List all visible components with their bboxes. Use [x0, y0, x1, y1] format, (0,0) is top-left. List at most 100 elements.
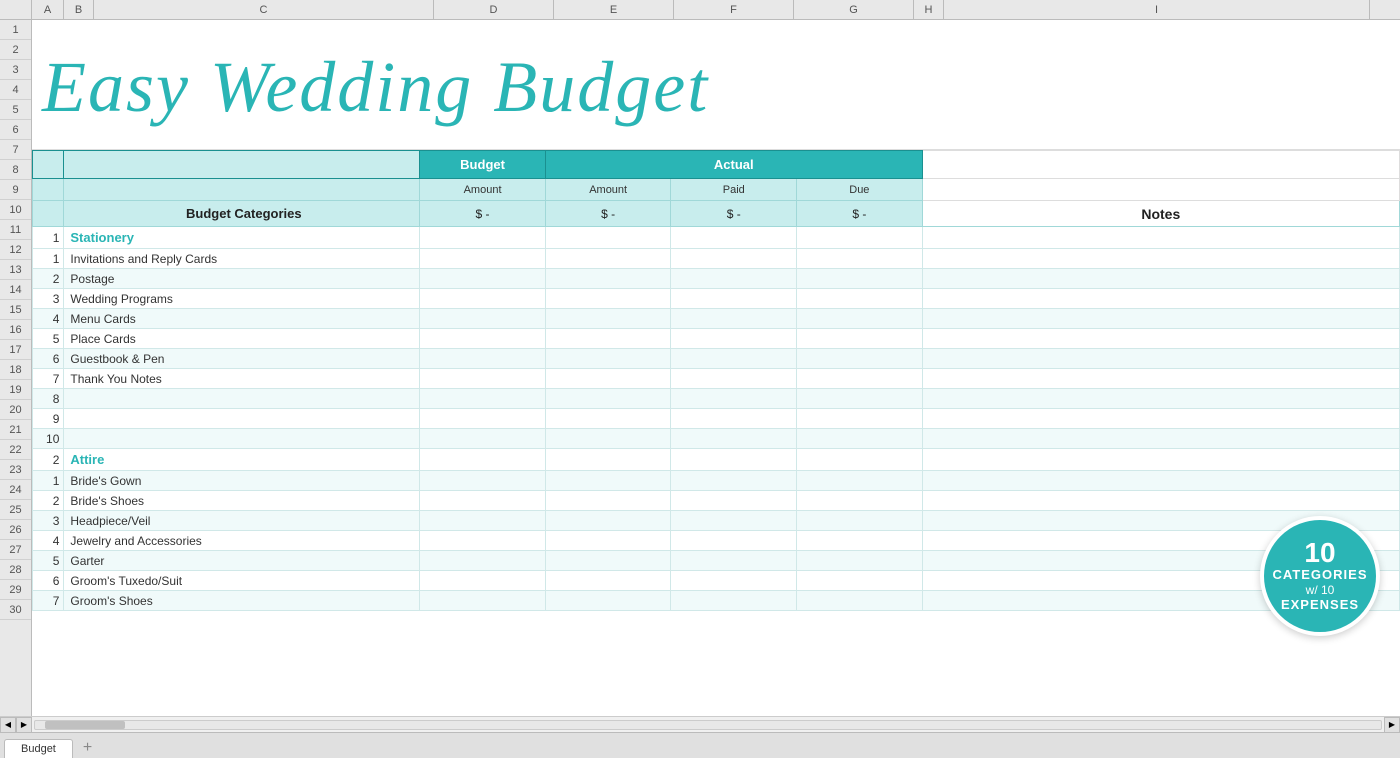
row-num-17: 17 [0, 340, 31, 360]
col-header-j: J [1370, 0, 1400, 19]
item-paid [671, 349, 797, 369]
badge-number: 10 [1304, 539, 1335, 567]
header3-paid-cell: $ - [671, 201, 797, 227]
header1-actual-cell: Actual [545, 151, 922, 179]
horizontal-scrollbar[interactable]: ◀ ▶ ▶ [0, 716, 1400, 732]
item-actual [545, 531, 671, 551]
item-actual [545, 269, 671, 289]
header2-due-cell: Due [797, 179, 923, 201]
table-row: 3 Headpiece/Veil [33, 511, 1400, 531]
item-budget [420, 409, 546, 429]
item-num: 5 [33, 551, 64, 571]
cat2-notes [922, 449, 1399, 471]
item-paid [671, 369, 797, 389]
item-paid [671, 471, 797, 491]
cat1-paid [671, 227, 797, 249]
item-actual [545, 349, 671, 369]
col-header-i: I [944, 0, 1370, 19]
row-num-5: 5 [0, 100, 31, 120]
header3-notes-cell: Notes [922, 201, 1399, 227]
grid-body: 1 2 3 4 5 6 7 8 9 10 11 12 13 14 15 16 1… [0, 20, 1400, 716]
table-row: 1 Bride's Gown [33, 471, 1400, 491]
item-paid [671, 591, 797, 611]
item-actual [545, 249, 671, 269]
row-num-11: 11 [0, 220, 31, 240]
scroll-thumb[interactable] [45, 721, 125, 729]
item-due [797, 329, 923, 349]
cat2-actual [545, 449, 671, 471]
header1-budget-cell: Budget [420, 151, 546, 179]
cat1-num: 1 [33, 227, 64, 249]
item-paid [671, 269, 797, 289]
badge-container: 10 CATEGORIES w/ 10 EXPENSES [1260, 516, 1380, 636]
category-row-attire: 2 Attire [33, 449, 1400, 471]
item-notes [922, 429, 1399, 449]
item-notes [922, 491, 1399, 511]
row-num-1: 1 [0, 20, 31, 40]
row-num-spacer [0, 0, 32, 19]
header3-due-cell: $ - [797, 201, 923, 227]
item-num: 4 [33, 531, 64, 551]
header3-budget-cell: $ - [420, 201, 546, 227]
row-num-2: 2 [0, 40, 31, 60]
item-actual [545, 429, 671, 449]
table-row: 5 Garter [33, 551, 1400, 571]
item-notes [922, 409, 1399, 429]
item-due [797, 551, 923, 571]
item-name: Wedding Programs [64, 289, 420, 309]
row-num-3: 3 [0, 60, 31, 80]
scroll-left-btn[interactable]: ◀ [0, 717, 16, 733]
scroll-track[interactable] [34, 720, 1382, 730]
col-header-b: B [64, 0, 94, 19]
item-actual [545, 409, 671, 429]
sheet-content: Easy Wedding Budget Budget Actual [32, 20, 1400, 716]
row-num-12: 12 [0, 240, 31, 260]
item-name: Groom's Shoes [64, 591, 420, 611]
cat2-paid [671, 449, 797, 471]
cat1-actual [545, 227, 671, 249]
row-num-16: 16 [0, 320, 31, 340]
header2-cat-cell [64, 179, 420, 201]
item-paid [671, 511, 797, 531]
header2-notes-cell [922, 179, 1399, 201]
col-header-h: H [914, 0, 944, 19]
item-budget [420, 591, 546, 611]
item-name: Bride's Shoes [64, 491, 420, 511]
item-actual [545, 511, 671, 531]
table-row: 2 Postage [33, 269, 1400, 289]
scroll-right-btn[interactable]: ▶ [16, 717, 32, 733]
item-num: 6 [33, 571, 64, 591]
scroll-right-end-btn[interactable]: ▶ [1384, 717, 1400, 733]
row-num-6: 6 [0, 120, 31, 140]
row-num-9: 9 [0, 180, 31, 200]
item-due [797, 369, 923, 389]
add-sheet-button[interactable]: + [75, 738, 100, 758]
categories-badge: 10 CATEGORIES w/ 10 EXPENSES [1260, 516, 1380, 636]
item-num: 4 [33, 309, 64, 329]
item-name: Invitations and Reply Cards [64, 249, 420, 269]
col-header-f: F [674, 0, 794, 19]
row-num-26: 26 [0, 520, 31, 540]
header2-amount1-cell: Amount [420, 179, 546, 201]
spreadsheet-title: Easy Wedding Budget [42, 51, 709, 123]
item-actual [545, 309, 671, 329]
item-name [64, 429, 420, 449]
tab-budget[interactable]: Budget [4, 739, 73, 758]
header1-num-cell [33, 151, 64, 179]
header1-cat-cell [64, 151, 420, 179]
table-header-row-2: Amount Amount Paid Due [33, 179, 1400, 201]
item-due [797, 309, 923, 329]
item-num: 7 [33, 591, 64, 611]
item-num: 9 [33, 409, 64, 429]
item-notes [922, 349, 1399, 369]
header3-num-cell [33, 201, 64, 227]
item-actual [545, 491, 671, 511]
item-due [797, 249, 923, 269]
table-row: 9 [33, 409, 1400, 429]
row-num-21: 21 [0, 420, 31, 440]
row-num-28: 28 [0, 560, 31, 580]
item-due [797, 511, 923, 531]
item-notes [922, 329, 1399, 349]
table-row: 5 Place Cards [33, 329, 1400, 349]
item-actual [545, 329, 671, 349]
